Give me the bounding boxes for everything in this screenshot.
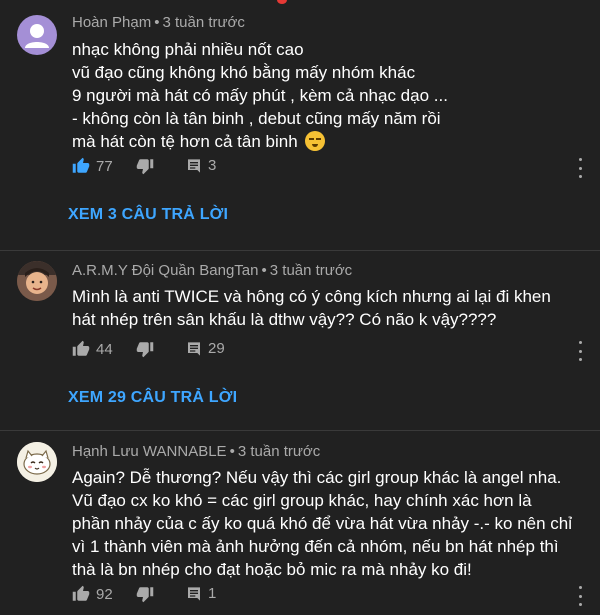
comment-line: hát nhép trên sân khấu là dthw vậy?? Có … — [72, 310, 497, 329]
reply-count: 3 — [208, 157, 217, 174]
comment-meta: Hạnh Lưu WANNABLE • 3 tuần trước — [72, 443, 320, 460]
author-name[interactable]: Hạnh Lưu WANNABLE — [72, 443, 227, 460]
author-name[interactable]: Hoàn Phạm — [72, 14, 151, 31]
default-user-icon — [25, 24, 49, 48]
comment-text: nhạc không phải nhiều nốt cao vũ đạo cũn… — [72, 38, 582, 153]
cartoon-cat-icon — [17, 442, 57, 482]
thumbs-down-icon — [136, 342, 154, 358]
reply-button[interactable]: 29 — [186, 340, 225, 357]
separator: • — [229, 443, 235, 460]
comment-line: vì 1 thành viên mà ảnh hưởng đến cả nhóm… — [72, 537, 559, 556]
thumbs-up-icon — [72, 340, 90, 356]
author-name[interactable]: A.R.M.Y Đội Quần BangTan — [72, 262, 259, 279]
comment-icon — [188, 341, 200, 356]
comment-line: Mình là anti TWICE và hông có ý công kíc… — [72, 287, 551, 306]
comment-icon — [188, 586, 200, 601]
avatar[interactable] — [17, 261, 57, 301]
comment-text: Again? Dễ thương? Nếu vậy thì các girl g… — [72, 466, 582, 581]
user-photo-icon — [17, 261, 57, 301]
dislike-button[interactable] — [136, 157, 154, 175]
reply-button[interactable]: 1 — [186, 585, 216, 602]
comment-time: 3 tuần trước — [269, 262, 353, 279]
like-button[interactable]: 92 — [72, 585, 113, 603]
comment-item: Hoàn Phạm • 3 tuần trước nhạc không phải n… — [0, 0, 600, 250]
more-options-icon[interactable] — [577, 341, 583, 361]
comment-actions: 92 1 — [72, 585, 592, 607]
avatar[interactable] — [17, 15, 57, 55]
comment-line: Vũ đạo cx ko khó = các girl group khác, … — [72, 491, 532, 510]
dislike-button[interactable] — [136, 585, 154, 603]
more-options-icon[interactable] — [577, 586, 583, 606]
like-count: 92 — [96, 585, 113, 603]
comment-line: nhạc không phải nhiều nốt cao — [72, 40, 304, 59]
comment-actions: 44 29 — [72, 340, 592, 362]
separator: • — [261, 262, 267, 279]
comment-meta: A.R.M.Y Đội Quần BangTan • 3 tuần trước — [72, 262, 352, 279]
comment-item: Hạnh Lưu WANNABLE • 3 tuần trước Again? Dễ… — [0, 430, 600, 615]
like-count: 77 — [96, 157, 113, 175]
separator: • — [154, 14, 160, 31]
comment-time: 3 tuần trước — [237, 443, 321, 460]
avatar[interactable] — [17, 442, 57, 482]
comment-item: A.R.M.Y Đội Quần BangTan • 3 tuần trước Mì… — [0, 250, 600, 431]
comment-line: - không còn là tân binh , debut cũng mấy… — [72, 109, 441, 128]
view-replies-link[interactable]: XEM 29 CÂU TRẢ LỜI — [68, 389, 237, 407]
like-button[interactable]: 44 — [72, 340, 113, 358]
view-replies-link[interactable]: XEM 3 CÂU TRẢ LỜI — [68, 206, 228, 224]
comment-line: vũ đạo cũng không khó bằng mấy nhóm khác — [72, 63, 416, 82]
comment-time: 3 tuần trước — [162, 14, 245, 31]
comment-line: phần nhảy của c ấy ko quá khó để vừa hát… — [72, 514, 573, 533]
comment-meta: Hoàn Phạm • 3 tuần trước — [72, 14, 245, 31]
comment-icon — [188, 158, 200, 173]
dislike-button[interactable] — [136, 340, 154, 358]
comment-line: thà là bn nhép cho đạt hoặc bỏ mic ra mà… — [72, 560, 472, 579]
thumbs-up-icon — [72, 585, 90, 601]
like-count: 44 — [96, 340, 113, 358]
emoji-icon — [305, 131, 326, 151]
more-options-icon[interactable] — [577, 158, 583, 178]
like-button[interactable]: 77 — [72, 157, 113, 175]
comment-actions: 77 3 — [72, 157, 592, 179]
comment-line: Again? Dễ thương? Nếu vậy thì các girl g… — [72, 468, 562, 487]
thumbs-down-icon — [136, 159, 154, 175]
comment-line: mà hát còn tệ hơn cả tân binh — [72, 132, 298, 151]
comment-text: Mình là anti TWICE và hông có ý công kíc… — [72, 285, 582, 331]
reply-button[interactable]: 3 — [186, 157, 216, 174]
reply-count: 29 — [208, 340, 225, 357]
thumbs-up-icon — [72, 157, 90, 173]
comment-line: 9 người mà hát có mấy phút , kèm cả nhạc… — [72, 86, 448, 105]
comment-line-with-emoji: mà hát còn tệ hơn cả tân binh — [72, 130, 582, 153]
reply-count: 1 — [208, 585, 217, 602]
thumbs-down-icon — [136, 587, 154, 603]
